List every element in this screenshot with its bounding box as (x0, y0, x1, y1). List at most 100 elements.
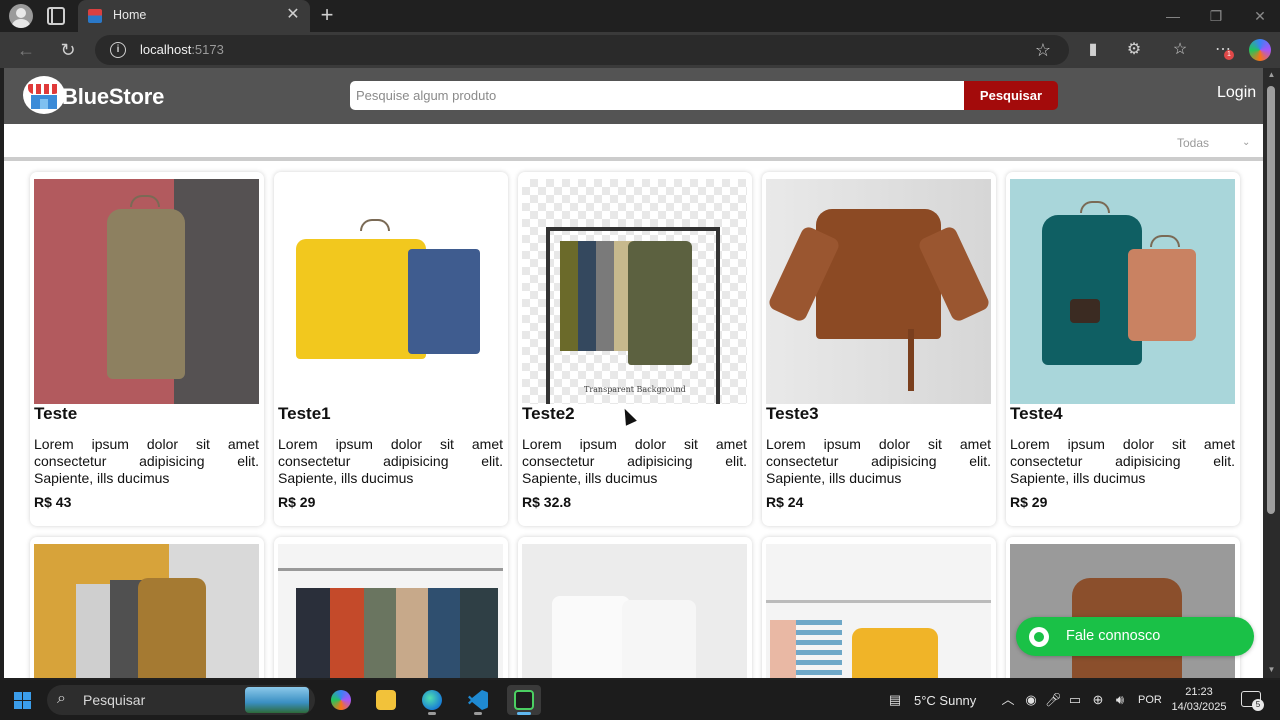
category-select[interactable]: Todas ⌄ (1168, 135, 1258, 153)
browser-tab-home[interactable]: Home ✕ (78, 0, 310, 32)
browser-tab-bar: Home ✕ + — ❐ ✕ (0, 0, 1280, 32)
product-price: R$ 32.8 (522, 494, 572, 510)
search-highlight-image (245, 687, 309, 713)
site-header: BlueStore Pesquisar Login (4, 68, 1263, 124)
image-caption: Transparent Background (584, 385, 686, 394)
collections-icon[interactable]: ▮ (1081, 38, 1105, 62)
taskbar-search[interactable]: ⌕ Pesquisar (47, 685, 315, 715)
close-window-icon[interactable]: ✕ (1250, 6, 1270, 26)
clock-time: 21:23 (1185, 686, 1213, 698)
product-title: Teste3 (766, 404, 819, 423)
product-image[interactable] (278, 179, 503, 404)
restore-icon[interactable]: ❐ (1206, 6, 1226, 26)
url-text: localhost:5173 (140, 42, 224, 57)
scroll-thumb[interactable] (1267, 86, 1275, 514)
product-description: Lorem ipsum dolor sit amet consectetur a… (522, 436, 747, 486)
product-price: R$ 24 (766, 494, 804, 510)
search-button[interactable]: Pesquisar (964, 81, 1058, 110)
language-indicator[interactable]: POR (1138, 694, 1162, 706)
vscode-icon[interactable] (461, 685, 495, 715)
store-logo-icon[interactable] (23, 76, 65, 114)
product-image[interactable] (766, 179, 991, 404)
logo-text[interactable]: BlueStore (62, 84, 164, 110)
product-image[interactable] (278, 544, 503, 678)
product-price: R$ 43 (34, 494, 72, 510)
product-card[interactable]: Teste4 Lorem ipsum dolor sit amet consec… (1006, 172, 1240, 526)
product-image[interactable]: Transparent Background (522, 179, 747, 404)
category-selected-value: Todas (1177, 136, 1210, 150)
tab-actions-icon[interactable] (47, 7, 65, 25)
back-icon[interactable]: ← (14, 38, 38, 62)
product-card[interactable] (274, 537, 508, 678)
product-card[interactable]: Transparent Background Teste2 Lorem ipsu… (518, 172, 752, 526)
page-scrollbar[interactable]: ▲ ▼ (1263, 68, 1280, 678)
product-image[interactable] (34, 179, 259, 404)
product-title: Teste2 (522, 404, 575, 423)
whatsapp-icon (1029, 627, 1049, 647)
edge-browser-icon[interactable] (415, 685, 449, 715)
favorite-star-icon[interactable]: ☆ (1032, 39, 1054, 61)
windows-start-icon[interactable] (14, 692, 31, 709)
product-image[interactable] (1010, 544, 1235, 678)
copilot-icon[interactable] (1249, 39, 1271, 61)
volume-icon[interactable]: 🔊︎ (1112, 692, 1128, 708)
system-clock[interactable]: 21:23 14/03/2025 (1171, 685, 1227, 715)
product-card[interactable] (518, 537, 752, 678)
extensions-icon[interactable]: ⚙ (1122, 38, 1146, 62)
minimize-icon[interactable]: — (1163, 6, 1183, 26)
product-price: R$ 29 (278, 494, 316, 510)
clock-date: 14/03/2025 (1171, 701, 1227, 713)
url-input[interactable]: i localhost:5173 ☆ (95, 35, 1069, 65)
battery-icon[interactable]: ▭ (1067, 692, 1083, 708)
product-title: Teste1 (278, 404, 331, 423)
profile-avatar-icon[interactable] (9, 4, 33, 28)
scroll-up-icon[interactable]: ▲ (1266, 70, 1277, 80)
product-price: R$ 29 (1010, 494, 1048, 510)
product-description: Lorem ipsum dolor sit amet consectetur a… (34, 436, 259, 486)
network-icon[interactable]: ⊕ (1090, 692, 1106, 708)
product-image[interactable] (34, 544, 259, 678)
tab-close-icon[interactable]: ✕ (285, 6, 301, 24)
filter-bar: Todas ⌄ (4, 124, 1263, 161)
copilot-app-icon[interactable] (324, 685, 358, 715)
terminal-app-icon[interactable] (507, 685, 541, 715)
refresh-icon[interactable]: ↻ (56, 38, 80, 62)
product-image[interactable] (766, 544, 991, 678)
meet-icon[interactable]: ◉ (1023, 692, 1039, 708)
weather-text[interactable]: 5°C Sunny (914, 693, 976, 708)
product-description: Lorem ipsum dolor sit amet consectetur a… (766, 436, 991, 486)
new-tab-icon[interactable]: + (316, 3, 338, 27)
favicon-icon (88, 9, 102, 23)
weather-icon[interactable]: ▤ (887, 692, 903, 708)
whatsapp-contact-button[interactable]: Fale connosco (1016, 617, 1254, 656)
product-image[interactable] (1010, 179, 1235, 404)
whatsapp-label: Fale connosco (1066, 628, 1161, 644)
product-description: Lorem ipsum dolor sit amet consectetur a… (1010, 436, 1235, 486)
browser-notification-badge: 1 (1224, 50, 1234, 60)
product-title: Teste4 (1010, 404, 1063, 423)
product-card[interactable]: Teste3 Lorem ipsum dolor sit amet consec… (762, 172, 996, 526)
notification-badge: 5 (1252, 699, 1264, 711)
login-link[interactable]: Login (1217, 84, 1256, 102)
page-viewport: BlueStore Pesquisar Login Todas ⌄ Teste … (4, 68, 1263, 678)
product-description: Lorem ipsum dolor sit amet consectetur a… (278, 436, 503, 486)
file-explorer-icon[interactable] (369, 685, 403, 715)
product-card[interactable] (30, 537, 264, 678)
microphone-icon[interactable]: 🎤︎ (1045, 692, 1062, 708)
favorites-icon[interactable]: ☆ (1168, 38, 1192, 62)
product-card[interactable]: Teste Lorem ipsum dolor sit amet consect… (30, 172, 264, 526)
chevron-down-icon: ⌄ (1242, 137, 1251, 148)
tab-title: Home (113, 8, 147, 22)
product-card[interactable] (1006, 537, 1240, 678)
product-title: Teste (34, 404, 78, 423)
product-card[interactable]: Teste1 Lorem ipsum dolor sit amet consec… (274, 172, 508, 526)
search-input[interactable] (350, 81, 966, 110)
windows-taskbar: ⌕ Pesquisar ▤ 5°C Sunny ︿ ◉ 🎤︎ ▭ ⊕ 🔊︎ PO… (0, 680, 1280, 720)
product-image[interactable] (522, 544, 747, 678)
scroll-down-icon[interactable]: ▼ (1266, 665, 1277, 675)
taskbar-search-label: Pesquisar (83, 692, 146, 708)
site-info-icon[interactable]: i (110, 42, 126, 58)
search-icon: ⌕ (57, 690, 66, 707)
chevron-up-icon[interactable]: ︿ (1000, 692, 1016, 708)
product-card[interactable] (762, 537, 996, 678)
